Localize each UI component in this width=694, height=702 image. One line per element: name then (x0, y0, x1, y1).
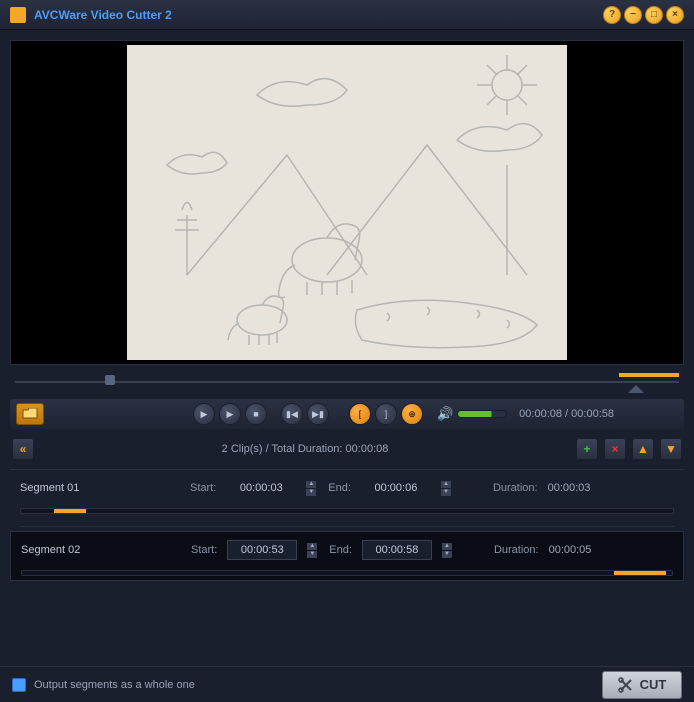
end-label: End: (329, 544, 352, 556)
start-spinner[interactable]: ▲ ▼ (306, 481, 318, 496)
remove-clip-button[interactable]: × (604, 438, 626, 460)
spinner-up-icon[interactable]: ▲ (441, 481, 451, 488)
close-button[interactable]: × (666, 6, 684, 24)
clips-summary: 2 Clip(s) / Total Duration: 00:00:08 (40, 443, 570, 455)
new-segment-button[interactable]: ⊕ (401, 403, 423, 425)
timeline-playhead[interactable] (105, 375, 115, 385)
start-time-input[interactable]: 00:00:53 (227, 540, 297, 560)
maximize-button[interactable]: □ (645, 6, 663, 24)
set-end-button[interactable]: ] (375, 403, 397, 425)
app-icon (10, 7, 26, 23)
volume-icon[interactable]: 🔊 (437, 406, 453, 422)
spinner-down-icon[interactable]: ▼ (441, 489, 451, 496)
spinner-up-icon[interactable]: ▲ (307, 543, 317, 550)
start-label: Start: (191, 544, 217, 556)
spinner-down-icon[interactable]: ▼ (442, 551, 452, 558)
help-button[interactable]: ? (603, 6, 621, 24)
spinner-down-icon[interactable]: ▼ (306, 489, 316, 496)
collapse-button[interactable]: « (12, 438, 34, 460)
spinner-up-icon[interactable]: ▲ (306, 481, 316, 488)
footer: Output segments as a whole one CUT (0, 666, 694, 702)
segment-row[interactable]: Segment 02 Start: 00:00:53 ▲ ▼ End: 00:0… (10, 531, 684, 581)
content-area: ▶ ▶ ■ ▮◀ ▶▮ [ ] ⊕ 🔊 00:00:08 / 00:00:58 … (0, 30, 694, 666)
player-controls: ▶ ▶ ■ ▮◀ ▶▮ [ ] ⊕ 🔊 00:00:08 / 00:00:58 (10, 399, 684, 429)
end-spinner[interactable]: ▲ ▼ (442, 543, 454, 558)
stop-button[interactable]: ■ (245, 403, 267, 425)
video-thumbnail-sketch (127, 45, 567, 360)
duration-value: 00:00:05 (549, 544, 592, 556)
current-time: 00:00:08 (519, 408, 562, 420)
duration-label: Duration: (494, 544, 539, 556)
prev-frame-button[interactable]: ▮◀ (281, 403, 303, 425)
video-frame (127, 45, 567, 360)
output-whole-checkbox[interactable] (12, 678, 26, 692)
minimize-button[interactable]: − (624, 6, 642, 24)
output-whole-label[interactable]: Output segments as a whole one (34, 679, 594, 691)
start-spinner[interactable]: ▲ ▼ (307, 543, 319, 558)
segment-range-marker[interactable] (54, 509, 87, 513)
timeline-selection-marker (619, 373, 679, 377)
scissors-icon (618, 677, 634, 693)
video-preview[interactable] (10, 40, 684, 365)
play-segment-button[interactable]: ▶ (219, 403, 241, 425)
duration-label: Duration: (493, 482, 538, 494)
cut-button[interactable]: CUT (602, 671, 682, 699)
clips-toolbar: « 2 Clip(s) / Total Duration: 00:00:08 +… (10, 435, 684, 463)
segment-name: Segment 01 (20, 482, 180, 494)
add-clip-button[interactable]: + (576, 438, 598, 460)
segment-row[interactable]: Segment 01 Start: 00:00:03 ▲ ▼ End: 00:0… (10, 470, 684, 531)
duration-value: 00:00:03 (548, 482, 591, 494)
play-button[interactable]: ▶ (193, 403, 215, 425)
segment-range-marker[interactable] (614, 571, 666, 575)
end-label: End: (328, 482, 351, 494)
spinner-down-icon[interactable]: ▼ (307, 551, 317, 558)
open-file-button[interactable] (16, 403, 44, 425)
end-time-value: 00:00:06 (361, 478, 431, 498)
next-frame-button[interactable]: ▶▮ (307, 403, 329, 425)
segments-list: Segment 01 Start: 00:00:03 ▲ ▼ End: 00:0… (10, 469, 684, 581)
start-time-value: 00:00:03 (226, 478, 296, 498)
start-label: Start: (190, 482, 216, 494)
title-bar: AVCWare Video Cutter 2 ? − □ × (0, 0, 694, 30)
set-start-button[interactable]: [ (349, 403, 371, 425)
spinner-up-icon[interactable]: ▲ (442, 543, 452, 550)
segment-range-track[interactable] (20, 508, 674, 514)
timeline-end-arrow-icon (628, 385, 644, 393)
segment-range-track[interactable] (21, 570, 673, 576)
time-display: 00:00:08 / 00:00:58 (519, 408, 614, 420)
end-spinner[interactable]: ▲ ▼ (441, 481, 453, 496)
segment-name: Segment 02 (21, 544, 181, 556)
app-title: AVCWare Video Cutter 2 (34, 8, 603, 22)
volume-slider[interactable] (457, 410, 507, 418)
move-down-button[interactable]: ▼ (660, 438, 682, 460)
timeline[interactable] (10, 373, 684, 393)
cut-button-label: CUT (640, 677, 667, 692)
move-up-button[interactable]: ▲ (632, 438, 654, 460)
window-controls: ? − □ × (603, 6, 684, 24)
app-window: AVCWare Video Cutter 2 ? − □ × (0, 0, 694, 702)
total-time: 00:00:58 (571, 408, 614, 420)
end-time-input[interactable]: 00:00:58 (362, 540, 432, 560)
